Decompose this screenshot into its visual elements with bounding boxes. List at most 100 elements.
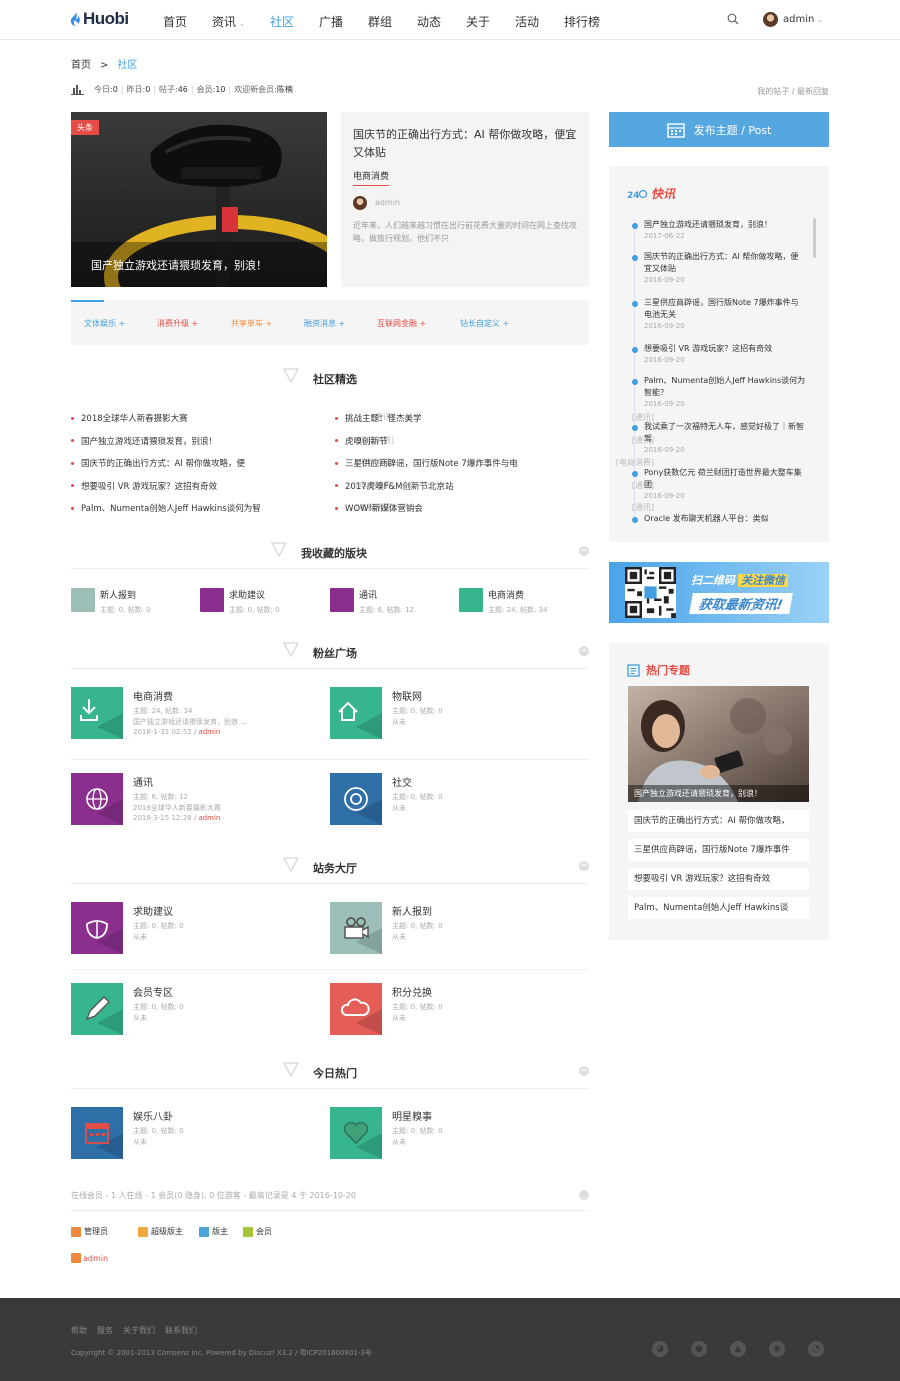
topic-tab[interactable]: 文体娱乐 +: [84, 318, 125, 329]
board-icon[interactable]: [330, 983, 382, 1035]
last-post-author[interactable]: admin: [198, 814, 220, 822]
flash-news-title[interactable]: Palm、Numenta创始人Jeff Hawkins谈何为智能？: [644, 375, 806, 399]
board-last-post[interactable]: 从未: [133, 1013, 147, 1023]
favorite-board[interactable]: 求助建议 主题: 0, 帖数: 0: [200, 588, 280, 615]
flash-news-item[interactable]: Palm、Numenta创始人Jeff Hawkins谈何为智能？ 2016-09…: [644, 375, 806, 409]
featured-post-title[interactable]: Palm、Numenta创始人Jeff Hawkins谈何为智: [81, 502, 261, 514]
nav-activity[interactable]: 动态: [417, 13, 441, 30]
board-name[interactable]: 通讯: [133, 774, 153, 789]
nav-community[interactable]: 社区: [270, 13, 294, 30]
favorite-board[interactable]: 通讯 主题: 6, 帖数: 12: [330, 588, 414, 615]
featured-post-title[interactable]: 想要吸引 VR 游戏玩家？这招有奇效: [81, 480, 217, 492]
flash-news-item[interactable]: 三星供应商辟谣，国行版Note 7爆炸事件与电池无关 2016-09-20: [644, 297, 806, 331]
apple-icon[interactable]: ●: [691, 1341, 707, 1357]
board-name[interactable]: 新人报到: [392, 903, 432, 918]
collapse-icon[interactable]: [579, 1066, 589, 1076]
featured-post[interactable]: 国产独立游戏还请猥琐发育，别浪！: [71, 435, 217, 447]
board-last-post[interactable]: 从未: [133, 1137, 147, 1147]
board-icon[interactable]: [71, 773, 123, 825]
forum-board[interactable]: 求助建议 主题: 0, 帖数: 0 从未: [71, 902, 321, 954]
featured-post-title[interactable]: WOW!新媒体营销会: [345, 502, 423, 514]
board-name[interactable]: 求助建议: [133, 903, 173, 918]
collapse-icon[interactable]: [579, 1190, 589, 1200]
nav-home[interactable]: 首页: [163, 13, 187, 30]
android-icon[interactable]: ▲: [730, 1341, 746, 1357]
featured-post[interactable]: 三星供应商辟谣，国行版Note 7爆炸事件与电: [335, 457, 518, 469]
forum-board[interactable]: 积分兑换 主题: 0, 帖数: 0 从未: [330, 983, 580, 1035]
featured-post-title[interactable]: 2018全球华人新春摄影大赛: [81, 412, 188, 424]
forum-board[interactable]: 明星糗事 主题: 0, 帖数: 0 从未: [330, 1107, 580, 1159]
flash-news-item[interactable]: 我试乘了一次福特无人车，感觉好极了｜新智驾 2016-09-20: [644, 421, 806, 455]
board-name[interactable]: 电商消费: [133, 688, 173, 703]
footer-link-about[interactable]: 关于我们: [123, 1326, 155, 1335]
favorite-board-name[interactable]: 通讯: [359, 588, 414, 601]
headline-category[interactable]: 电商消费: [353, 169, 390, 186]
board-icon[interactable]: [330, 1107, 382, 1159]
online-user[interactable]: admin: [71, 1253, 108, 1263]
scrollbar[interactable]: [813, 218, 816, 258]
nav-broadcast[interactable]: 广播: [319, 13, 343, 30]
board-last-post[interactable]: 2018全球华人新春摄影大赛: [133, 803, 221, 813]
featured-post[interactable]: 2017虎嗅F&M创新节北京站: [335, 480, 453, 492]
forum-board[interactable]: 娱乐八卦 主题: 0, 帖数: 0 从未: [71, 1107, 321, 1159]
favorite-board-name[interactable]: 求助建议: [229, 588, 280, 601]
nav-news[interactable]: 资讯 ⌄: [212, 13, 245, 30]
headline-title[interactable]: 国庆节的正确出行方式：AI 帮你做攻略，便宜又体贴: [353, 126, 578, 162]
featured-post-title[interactable]: 国庆节的正确出行方式：AI 帮你做攻略，便: [81, 457, 245, 469]
headline-image[interactable]: 头条 国产独立游戏还请猥琐发育，别浪！: [71, 112, 327, 287]
collapse-icon[interactable]: [579, 646, 589, 656]
site-logo[interactable]: Huobi: [70, 9, 129, 29]
board-icon[interactable]: [330, 687, 382, 739]
forum-board[interactable]: 会员专区 主题: 0, 帖数: 0 从未: [71, 983, 321, 1035]
nav-ranking[interactable]: 排行榜: [564, 13, 600, 30]
board-last-post[interactable]: 国产独立游戏还请猥琐发育，别浪 ...: [133, 717, 247, 727]
footer-link-contact[interactable]: 联系我们: [165, 1326, 197, 1335]
user-menu[interactable]: admin ⌄: [783, 14, 823, 25]
board-last-post[interactable]: 从未: [392, 803, 406, 813]
online-user-name[interactable]: admin: [83, 1254, 108, 1263]
footer-link-help[interactable]: 帮助: [71, 1326, 87, 1335]
headline-author[interactable]: admin: [375, 198, 400, 207]
favorite-board-name[interactable]: 新人报到: [100, 588, 151, 601]
rss-icon[interactable]: ◔: [808, 1341, 824, 1357]
topic-tab[interactable]: 消费升级 +: [157, 318, 198, 329]
nav-about[interactable]: 关于: [466, 13, 490, 30]
board-name[interactable]: 娱乐八卦: [133, 1108, 173, 1123]
flash-news-title[interactable]: 想要吸引 VR 游戏玩家？这招有奇效: [644, 343, 806, 355]
hot-topic-item[interactable]: 国庆节的正确出行方式：AI 帮你做攻略，: [628, 810, 809, 832]
search-icon[interactable]: [727, 13, 739, 25]
featured-post[interactable]: 挑战主题：怪杰美学: [335, 412, 422, 424]
board-icon[interactable]: [71, 1107, 123, 1159]
forum-board[interactable]: 电商消费 主题: 24, 帖数: 34 国产独立游戏还请猥琐发育，别浪 ... 201…: [71, 687, 321, 739]
featured-post-title[interactable]: 挑战主题：怪杰美学: [345, 412, 422, 424]
board-last-post[interactable]: 从未: [392, 932, 406, 942]
hot-topic-item[interactable]: 三星供应商辟谣，国行版Note 7爆炸事件: [628, 839, 809, 861]
flash-news-item[interactable]: Oracle 发布聊天机器人平台：类似: [644, 513, 806, 525]
wechat-qr-banner[interactable]: 扫二维码 关注微信 获取最新资讯!: [609, 562, 829, 623]
hot-topic-item[interactable]: Palm、Numenta创始人Jeff Hawkins谈: [628, 897, 809, 919]
favorite-board-name[interactable]: 电商消费: [488, 588, 547, 601]
author-avatar[interactable]: [353, 196, 367, 210]
last-post-author[interactable]: admin: [198, 728, 220, 736]
hot-topic-item[interactable]: 想要吸引 VR 游戏玩家？这招有奇效: [628, 868, 809, 890]
user-avatar[interactable]: [763, 12, 778, 27]
board-icon[interactable]: [71, 983, 123, 1035]
footer-link-services[interactable]: 服务: [97, 1326, 113, 1335]
featured-post-category[interactable]: [通讯]: [589, 502, 654, 513]
featured-post[interactable]: Palm、Numenta创始人Jeff Hawkins谈何为智: [71, 502, 261, 514]
board-icon[interactable]: [330, 902, 382, 954]
forum-board[interactable]: 新人报到 主题: 0, 帖数: 0 从未: [330, 902, 580, 954]
board-name[interactable]: 会员专区: [133, 984, 173, 999]
flash-news-title[interactable]: Oracle 发布聊天机器人平台：类似: [644, 513, 806, 525]
board-icon[interactable]: [71, 687, 123, 739]
board-name[interactable]: 物联网: [392, 688, 422, 703]
featured-post-title[interactable]: 虎嗅创新节: [345, 435, 388, 447]
flash-news-item[interactable]: 国产独立游戏还请猥琐发育，别浪！ 2017-06-22: [644, 219, 806, 241]
forum-board[interactable]: 通讯 主题: 6, 帖数: 12 2018全球华人新春摄影大赛 2018-3-15 1…: [71, 773, 321, 825]
forum-board[interactable]: 物联网 主题: 0, 帖数: 0 从未: [330, 687, 580, 739]
flash-news-item[interactable]: 想要吸引 VR 游戏玩家？这招有奇效 2016-09-20: [644, 343, 806, 365]
topic-tab[interactable]: 互联网金融 +: [377, 318, 426, 329]
flash-news-title[interactable]: 国产独立游戏还请猥琐发育，别浪！: [644, 219, 806, 231]
flash-news-title[interactable]: 三星供应商辟谣，国行版Note 7爆炸事件与电池无关: [644, 297, 806, 321]
breadcrumb-current[interactable]: 社区: [117, 60, 137, 71]
